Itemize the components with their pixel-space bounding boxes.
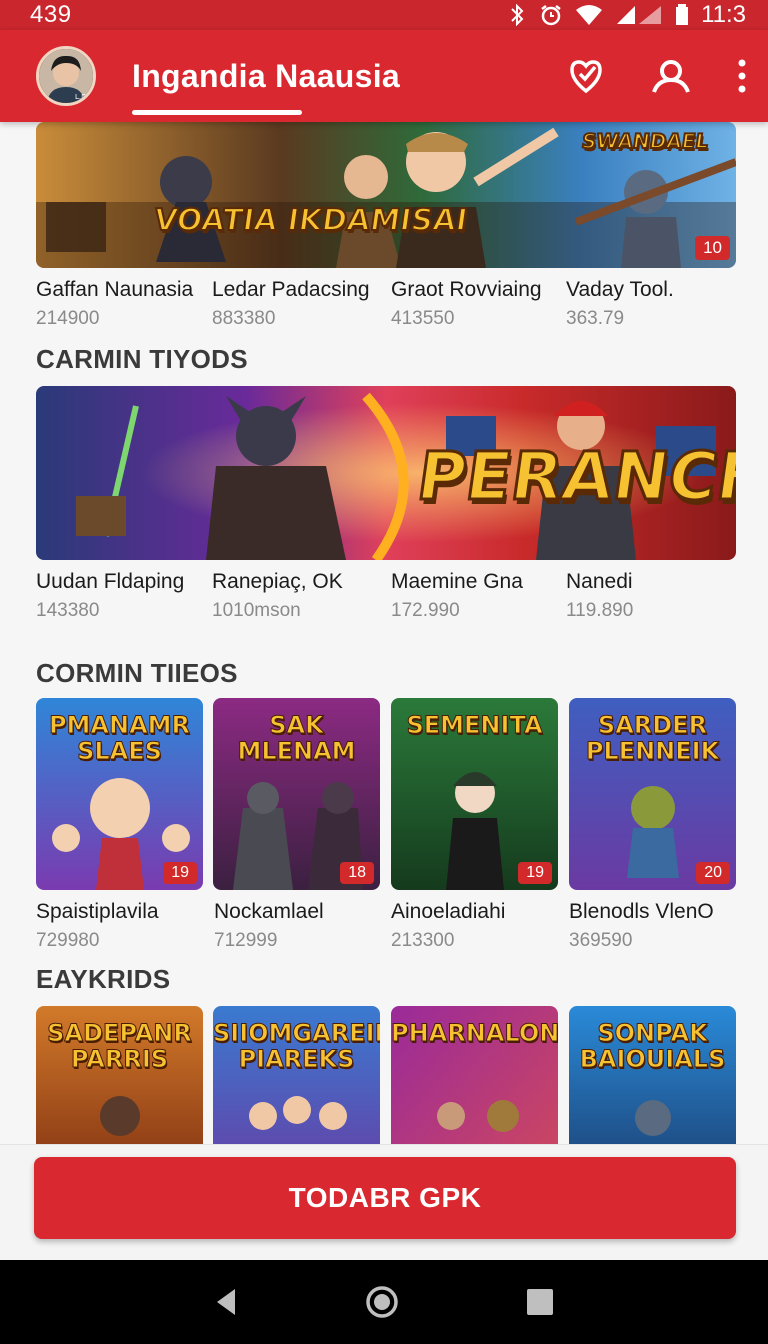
cta-area: TODABR GPK xyxy=(0,1144,768,1260)
item-name: Vaday Tool. xyxy=(566,278,674,301)
section-title: CORMIN TIIEOS xyxy=(36,658,238,688)
status-clock: 11:3 xyxy=(701,1,746,28)
favorite-shield-icon[interactable] xyxy=(568,58,604,94)
list-item[interactable]: Nockamlael 712999 xyxy=(214,900,390,952)
active-tab-indicator xyxy=(132,110,302,115)
list-item[interactable]: Nanedi 119.890 xyxy=(566,570,742,622)
alarm-icon xyxy=(541,5,561,26)
featured-banner-1[interactable]: VOATIA IKDAMISAI SWANDAEL 10 xyxy=(36,122,736,268)
profile-search-icon[interactable] xyxy=(650,58,692,94)
avatar-label: L.D xyxy=(75,93,87,101)
item-count: 213300 xyxy=(391,930,455,951)
item-count: 363.79 xyxy=(566,308,625,329)
tile-art-title: PMANAMR SLAES xyxy=(48,711,191,765)
item-name: Spaistiplavila xyxy=(36,900,159,923)
item-name: Ainoeladiahi xyxy=(391,900,506,923)
more-options-icon[interactable] xyxy=(738,59,746,93)
game-tile[interactable]: PHARNALON xyxy=(391,1006,558,1144)
featured-banner-2[interactable]: PERANCH! xyxy=(36,386,736,560)
list-item[interactable]: Gaffan Naunasia 214900 xyxy=(36,278,212,330)
list-item[interactable]: Vaday Tool. 363.79 xyxy=(566,278,742,330)
game-tile[interactable]: SARDER PLENNEIK 20 xyxy=(569,698,736,890)
item-count: 369590 xyxy=(569,930,633,951)
list-item[interactable]: Spaistiplavila 729980 xyxy=(36,900,212,952)
item-count: 413550 xyxy=(391,308,455,329)
tile-badge: 18 xyxy=(340,862,374,884)
bluetooth-icon xyxy=(511,4,524,26)
list-item[interactable]: Graot Rovviaing 413550 xyxy=(391,278,567,330)
section-title: EAYKRIDS xyxy=(36,964,171,994)
signal-icon xyxy=(617,6,662,24)
game-tile[interactable]: PMANAMR SLAES 19 xyxy=(36,698,203,890)
app-bar: L.D Ingandia Naausia xyxy=(0,30,768,122)
item-name: Uudan Fldaping xyxy=(36,570,185,593)
item-name: Blenodls VlenO xyxy=(569,900,714,923)
app-title: Ingandia Naausia xyxy=(132,57,400,94)
tile-art-title: SIIOMGAREIK PIAREKS xyxy=(213,1019,380,1073)
tile-art-title: SARDER PLENNEIK xyxy=(585,711,720,765)
list-item[interactable]: Uudan Fldaping 143380 xyxy=(36,570,212,622)
system-nav-bar xyxy=(0,1260,768,1344)
tile-art-title: SEMENITA xyxy=(406,711,543,739)
wifi-icon xyxy=(576,5,603,25)
primary-cta-button[interactable]: TODABR GPK xyxy=(34,1157,736,1239)
game-tile[interactable]: SIIOMGAREIK PIAREKS xyxy=(213,1006,380,1144)
battery-icon xyxy=(676,4,689,25)
content-scroll[interactable]: VOATIA IKDAMISAI SWANDAEL 10 Gaffan Naun… xyxy=(0,122,768,1144)
item-name: Ranepiaç, OK xyxy=(212,570,343,593)
list-item[interactable]: Ranepiaç, OK 1010mson xyxy=(212,570,388,622)
tile-art-title: SONPAK BAIOUIALS xyxy=(579,1019,726,1073)
item-name: Ledar Padacsing xyxy=(212,278,370,301)
avatar-image: L.D xyxy=(39,49,93,103)
item-count: 119.890 xyxy=(566,600,634,621)
avatar[interactable]: L.D xyxy=(36,46,96,106)
tile-art-title: SAK MLENAM xyxy=(237,711,356,765)
game-tile[interactable]: SEMENITA 19 xyxy=(391,698,558,890)
item-count: 883380 xyxy=(212,308,276,329)
home-icon[interactable] xyxy=(365,1285,399,1319)
recents-icon[interactable] xyxy=(525,1287,555,1317)
game-tile[interactable]: SAK MLENAM 18 xyxy=(213,698,380,890)
item-name: Maemine Gna xyxy=(391,570,523,593)
title-tab[interactable]: Ingandia Naausia xyxy=(132,30,400,122)
item-count: 143380 xyxy=(36,600,100,621)
list-item[interactable]: Ainoeladiahi 213300 xyxy=(391,900,567,952)
banner-1-badge: 10 xyxy=(695,236,730,260)
item-name: Gaffan Naunasia xyxy=(36,278,194,301)
item-name: Nanedi xyxy=(566,570,633,593)
banner-2-title-art: PERANCH! xyxy=(411,437,736,517)
item-count: 172.990 xyxy=(391,600,460,621)
item-name: Graot Rovviaing xyxy=(391,278,542,301)
status-time: 439 xyxy=(30,1,72,28)
item-name: Nockamlael xyxy=(214,900,324,923)
back-icon[interactable] xyxy=(213,1287,239,1317)
tile-art-title: SADEPANR PARRIS xyxy=(47,1019,193,1073)
list-item[interactable]: Ledar Padacsing 883380 xyxy=(212,278,388,330)
tile-badge: 19 xyxy=(163,862,197,884)
item-count: 729980 xyxy=(36,930,100,951)
list-item[interactable]: Maemine Gna 172.990 xyxy=(391,570,567,622)
item-count: 712999 xyxy=(214,930,278,951)
game-tile[interactable]: SONPAK BAIOUIALS xyxy=(569,1006,736,1144)
tile-art-title: PHARNALON xyxy=(391,1019,558,1047)
game-tile[interactable]: SADEPANR PARRIS xyxy=(36,1006,203,1144)
item-count: 1010mson xyxy=(212,600,301,621)
banner-1-corner-art: SWANDAEL xyxy=(579,128,711,154)
tile-badge: 20 xyxy=(696,862,730,884)
tile-badge: 19 xyxy=(518,862,552,884)
item-count: 214900 xyxy=(36,308,100,329)
list-item[interactable]: Blenodls VlenO 369590 xyxy=(569,900,745,952)
banner-1-title-art: VOATIA IKDAMISAI xyxy=(151,202,471,239)
section-title: CARMIN TIYODS xyxy=(36,344,248,374)
status-bar: 439 11:3 xyxy=(0,0,768,30)
